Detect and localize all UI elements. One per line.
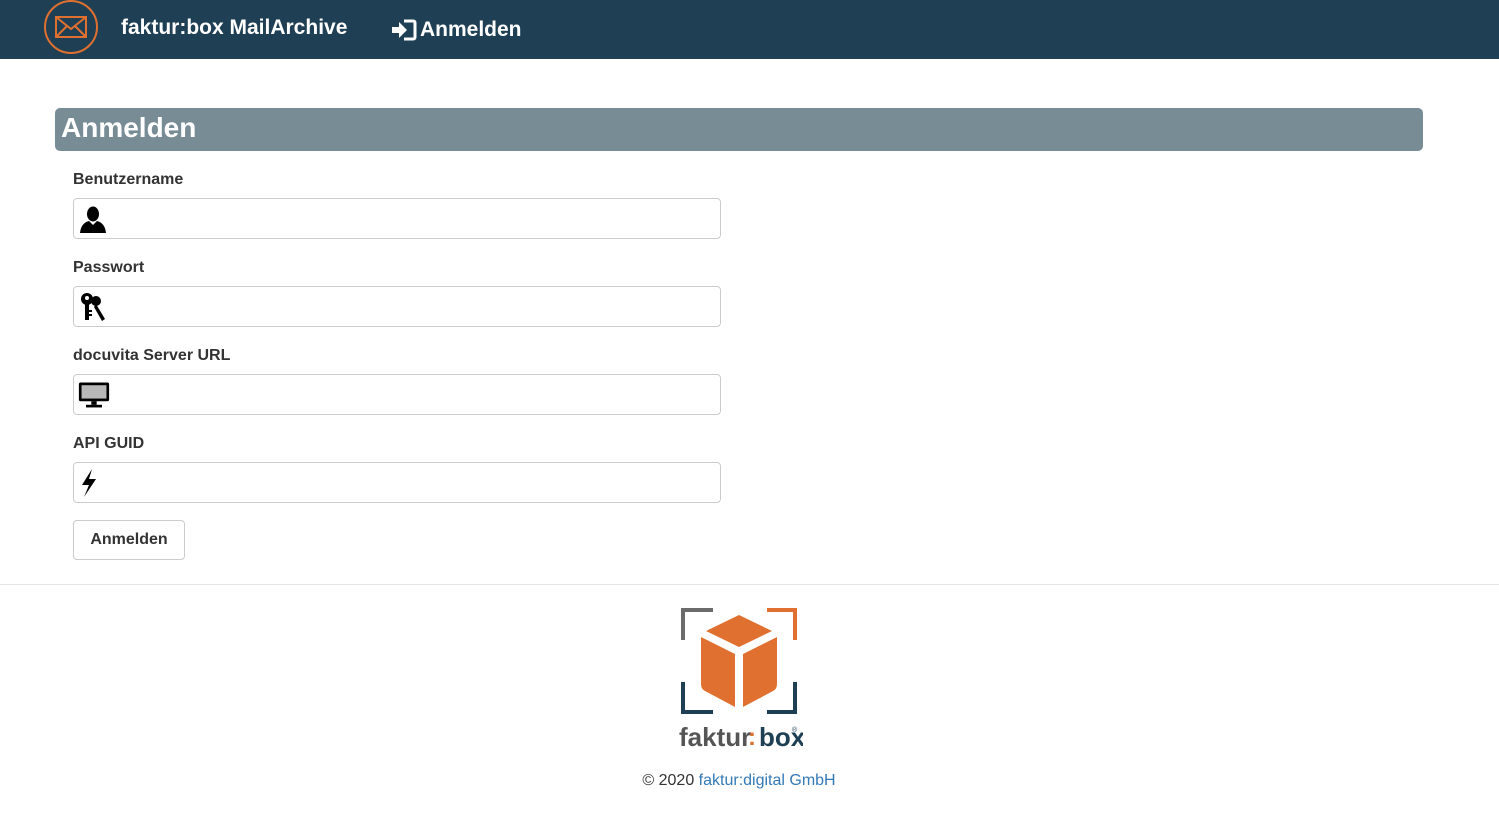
keys-icon — [78, 292, 110, 321]
lightning-icon — [78, 468, 110, 497]
login-panel-heading: Anmelden — [55, 108, 1423, 151]
api-guid-input[interactable] — [114, 464, 714, 500]
company-link[interactable]: faktur:digital GmbH — [699, 772, 836, 789]
logo-registered-mark: ® — [792, 726, 798, 734]
password-input[interactable] — [114, 288, 714, 324]
api-guid-label: API GUID — [73, 435, 145, 452]
login-button[interactable]: Anmelden — [73, 520, 185, 560]
footer-divider — [0, 584, 1499, 585]
nav-login-label: Anmelden — [420, 18, 522, 41]
monitor-icon — [78, 380, 110, 409]
copyright-prefix: © 2020 — [642, 772, 695, 789]
api-guid-field[interactable] — [73, 462, 721, 503]
username-input[interactable] — [114, 200, 714, 236]
login-icon — [392, 19, 417, 41]
server-url-field[interactable] — [73, 374, 721, 415]
svg-text::: : — [748, 724, 756, 751]
logo-text-separator: : — [748, 724, 756, 751]
envelope-icon — [55, 16, 87, 38]
logo-text-left: faktur — [679, 722, 751, 752]
nav-login-link[interactable]: Anmelden — [391, 16, 522, 44]
password-label: Passwort — [73, 259, 145, 276]
mail-archive-logo[interactable] — [44, 0, 98, 54]
brand-title[interactable]: faktur:box MailArchive — [121, 16, 347, 40]
server-url-label: docuvita Server URL — [73, 347, 231, 364]
username-label: Benutzername — [73, 171, 184, 188]
page-title: Anmelden — [61, 112, 197, 143]
user-icon — [78, 204, 110, 233]
username-field[interactable] — [73, 198, 721, 239]
copyright-notice: © 2020 faktur:digital GmbH — [0, 772, 1478, 790]
svg-text:faktur: faktur — [679, 722, 751, 752]
svg-text:®: ® — [792, 726, 798, 734]
fakturbox-logo: faktur : box ® — [677, 606, 806, 752]
server-url-input[interactable] — [114, 376, 714, 412]
password-field[interactable] — [73, 286, 721, 327]
top-navbar: faktur:box MailArchive Anmelden — [0, 0, 1499, 59]
